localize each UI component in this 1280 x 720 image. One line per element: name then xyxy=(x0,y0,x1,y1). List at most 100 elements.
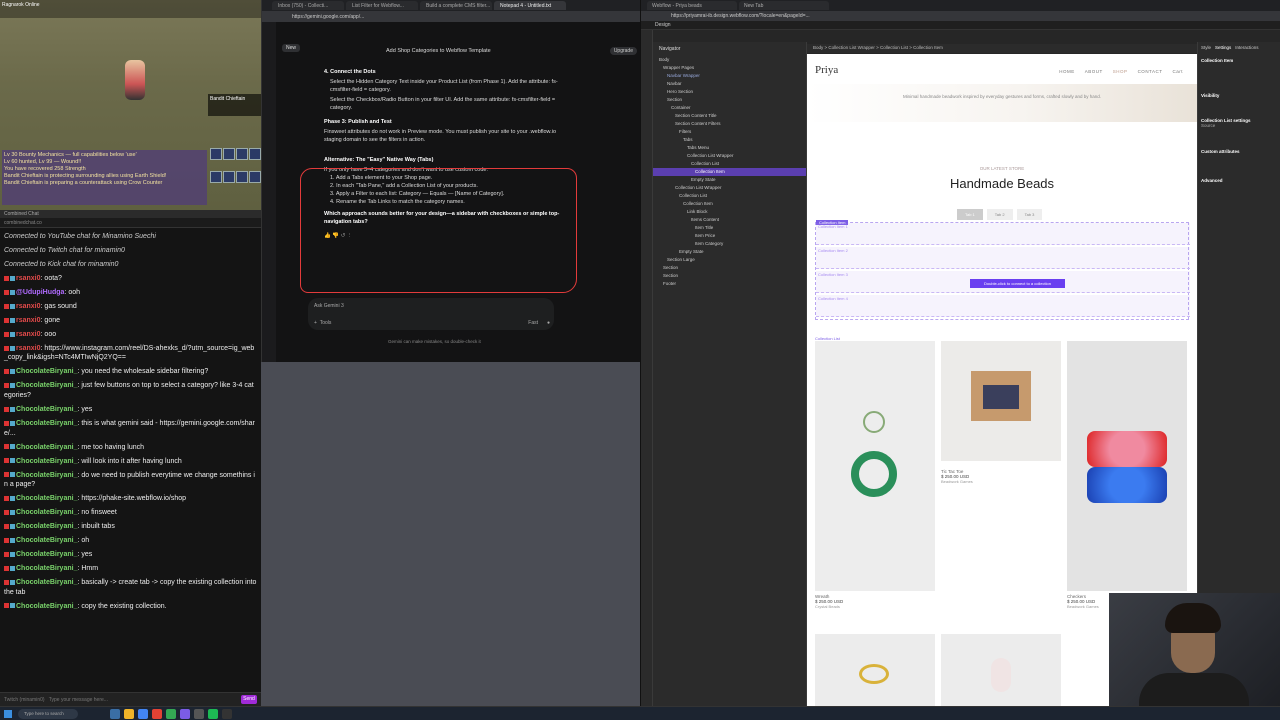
chat-username[interactable]: rsanxi0 xyxy=(16,275,41,282)
navigator-item[interactable]: Wrapper Pages xyxy=(653,64,806,72)
navigator-item[interactable]: Section Large xyxy=(653,256,806,264)
taskbar-search[interactable]: Type here to search xyxy=(18,709,78,719)
site-nav-link[interactable]: CONTACT xyxy=(1138,69,1163,74)
navigator-item[interactable]: Navbar xyxy=(653,80,806,88)
product-image[interactable] xyxy=(941,634,1061,706)
left-toolbar[interactable] xyxy=(641,30,653,706)
connect-collection-hint[interactable]: Double-click to connect to a collection xyxy=(970,279,1065,288)
mic-icon[interactable]: ● xyxy=(547,320,550,326)
navigator-item[interactable]: Container xyxy=(653,104,806,112)
navigator-item[interactable]: Empty State xyxy=(653,176,806,184)
source-label[interactable]: Source xyxy=(1201,123,1278,129)
conversation-title[interactable]: Add Shop Categories to Webflow Template xyxy=(386,48,491,54)
tab-link[interactable]: Tab 2 xyxy=(986,209,1013,220)
chat-username[interactable]: rsanxi0 xyxy=(16,303,41,310)
app-icon[interactable] xyxy=(138,709,148,719)
site-nav-link[interactable]: Cart xyxy=(1172,69,1183,74)
navigator-item[interactable]: Collection List Wrapper xyxy=(653,184,806,192)
prompt-placeholder[interactable]: Ask Gemini 3 xyxy=(314,303,344,309)
skill-slot[interactable] xyxy=(236,148,248,160)
collection-item[interactable]: Collection Item 1 xyxy=(816,223,1190,245)
navigator-item[interactable]: Collection List xyxy=(653,160,806,168)
skill-bar[interactable] xyxy=(210,148,264,192)
product-card[interactable]: Checkers $ 250.00 USD Beadwork Games xyxy=(1067,341,1187,609)
skill-slot[interactable] xyxy=(210,170,222,183)
chat-username[interactable]: ChocolateBiryani_ xyxy=(16,458,77,465)
address-bar[interactable]: https://gemini.google.com/app/... xyxy=(262,11,640,22)
chat-username[interactable]: ChocolateBiryani_ xyxy=(16,603,77,610)
tab-link[interactable]: Tab 3 xyxy=(1016,209,1043,220)
browser-tab[interactable]: New Tab xyxy=(739,1,829,10)
chat-username[interactable]: ChocolateBiryani_ xyxy=(16,420,77,427)
chat-username[interactable]: rsanxi0 xyxy=(16,331,41,338)
app-icon[interactable] xyxy=(222,709,232,719)
browser-tab[interactable]: Inbox (750) - Collecti... xyxy=(272,1,344,10)
collection-item[interactable]: Collection Item 4 xyxy=(816,295,1190,317)
app-icon[interactable] xyxy=(180,709,190,719)
app-icon[interactable] xyxy=(166,709,176,719)
navigator-item[interactable]: Tabs xyxy=(653,136,806,144)
app-icon[interactable] xyxy=(208,709,218,719)
chat-username[interactable]: @UdupiHudga xyxy=(16,289,64,296)
panel-tab[interactable]: Settings xyxy=(1215,45,1231,50)
browser-tab[interactable]: List Filter for Webflow... xyxy=(346,1,418,10)
navigator-item[interactable]: Section xyxy=(653,272,806,280)
skill-slot[interactable] xyxy=(249,170,261,183)
product-image[interactable] xyxy=(815,634,935,706)
game-window[interactable]: Ragnarok Online Bandit Chieftain Lv 30 B… xyxy=(0,0,265,210)
breadcrumb[interactable]: Body > Collection List Wrapper > Collect… xyxy=(807,44,1197,53)
navigator-item[interactable]: Section Content Filters xyxy=(653,120,806,128)
chat-tab[interactable]: Combined Chat xyxy=(0,210,261,218)
navigator-item[interactable]: Navbar Wrapper xyxy=(653,72,806,80)
browser-tab[interactable]: Build a complete CMS filter... xyxy=(420,1,492,10)
navigator-item[interactable]: Tabs Menu xyxy=(653,144,806,152)
chat-username[interactable]: ChocolateBiryani_ xyxy=(16,472,77,479)
mode-selector[interactable]: Fast xyxy=(528,320,538,326)
collection-list-placeholder[interactable]: Collection Item Collection Item 1 Collec… xyxy=(815,220,1190,320)
skill-slot[interactable] xyxy=(223,148,235,160)
navigator-item[interactable]: Collection List Wrapper xyxy=(653,152,806,160)
panel-tab[interactable]: Style xyxy=(1201,45,1211,50)
navigator-item[interactable]: Item Title xyxy=(653,224,806,232)
panel-tab[interactable]: Interactions xyxy=(1235,45,1258,50)
product-card[interactable]: Wreath $ 250.00 USD Crystal Beads xyxy=(815,341,935,609)
navigator-item[interactable]: Collection Item xyxy=(653,168,806,176)
tab-link[interactable]: Tab 1 xyxy=(957,209,983,220)
navigator-item[interactable]: Link Block xyxy=(653,208,806,216)
navigator-item[interactable]: Section Content Title xyxy=(653,112,806,120)
chat-username[interactable]: ChocolateBiryani_ xyxy=(16,509,77,516)
product-card[interactable]: Tic Tac Toe $ 250.00 USD Beadwork Games xyxy=(941,341,1061,484)
browser-tab-active[interactable]: Notepad 4 - Untitled.txt xyxy=(494,1,566,10)
navigator-item[interactable]: Footer xyxy=(653,280,806,288)
gemini-sidebar[interactable] xyxy=(262,22,276,362)
app-icon[interactable] xyxy=(110,709,120,719)
chat-username[interactable]: ChocolateBiryani_ xyxy=(16,537,77,544)
start-icon[interactable] xyxy=(4,710,12,718)
navigator-item[interactable]: Section xyxy=(653,96,806,104)
prompt-box[interactable]: Ask Gemini 3 + Tools Fast ● xyxy=(308,298,554,330)
chat-username[interactable]: ChocolateBiryani_ xyxy=(16,368,77,375)
site-nav-link[interactable]: HOME xyxy=(1059,69,1075,74)
chat-input[interactable]: Twitch (minamin0) Type your message here… xyxy=(0,692,261,706)
chat-username[interactable]: ChocolateBiryani_ xyxy=(16,444,77,451)
app-icon[interactable] xyxy=(124,709,134,719)
chat-username[interactable]: ChocolateBiryani_ xyxy=(16,406,77,413)
site-logo[interactable]: Priya xyxy=(815,64,838,76)
skill-slot[interactable] xyxy=(210,148,222,160)
navigator-item[interactable]: Items Content xyxy=(653,216,806,224)
chat-url[interactable]: combinedchat.co xyxy=(0,218,261,228)
navigator-item[interactable]: Item Category xyxy=(653,240,806,248)
collection-item[interactable]: Collection Item 2 xyxy=(816,247,1190,269)
address-bar[interactable]: https://priyamrai-ib.design.webflow.com/… xyxy=(641,11,1280,21)
upgrade-button[interactable]: Upgrade xyxy=(609,47,637,55)
navigator-item[interactable]: Collection Item xyxy=(653,200,806,208)
site-nav-link[interactable]: SHOP xyxy=(1113,69,1128,74)
chat-username[interactable]: ChocolateBiryani_ xyxy=(16,523,77,530)
skill-slot[interactable] xyxy=(249,148,261,160)
navigator-item[interactable]: Filters xyxy=(653,128,806,136)
app-icon[interactable] xyxy=(152,709,162,719)
chat-username[interactable]: ChocolateBiryani_ xyxy=(16,565,77,572)
navigator-item[interactable]: Item Price xyxy=(653,232,806,240)
tools-button[interactable]: + Tools xyxy=(314,320,331,326)
panel-section[interactable]: Custom attributes xyxy=(1201,149,1278,154)
